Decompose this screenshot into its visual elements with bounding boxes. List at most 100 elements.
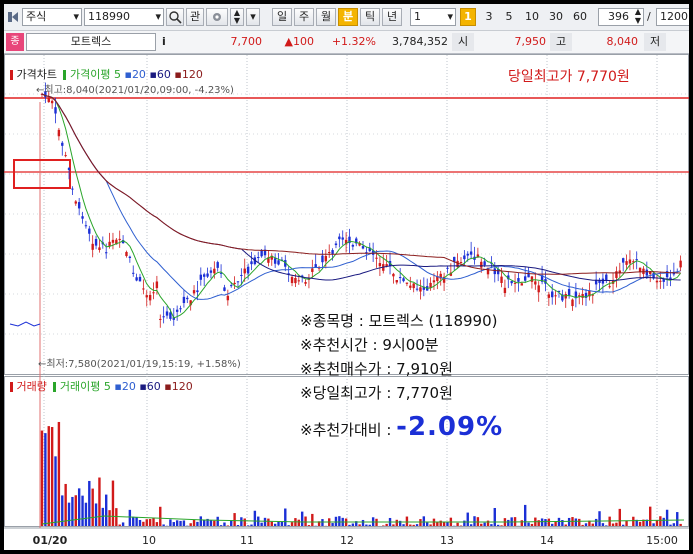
interval-5-button[interactable]: 5 xyxy=(502,8,516,26)
volume-bar xyxy=(290,522,294,526)
period-day-button[interactable]: 일 xyxy=(272,8,292,26)
stock-name: 모트렉스 xyxy=(26,33,156,51)
volume-bar xyxy=(493,507,496,526)
vma120-label: 120 xyxy=(171,380,193,393)
candle-body xyxy=(463,255,466,260)
candle-body xyxy=(621,258,625,263)
volume-bar xyxy=(334,516,338,526)
pin-icon[interactable] xyxy=(6,8,20,26)
volume-bar xyxy=(111,480,115,526)
count-spinner[interactable]: ▲ ▼ xyxy=(635,7,641,25)
volume-bar xyxy=(402,524,405,526)
candle-body xyxy=(199,274,203,280)
volume-bar xyxy=(44,433,47,526)
candle-body xyxy=(341,237,344,240)
candle-body xyxy=(537,285,540,293)
candle-body xyxy=(297,280,300,282)
candle-body xyxy=(145,295,148,298)
interval-value: 1 xyxy=(414,10,421,23)
volume-bar xyxy=(480,523,483,526)
volume-bar xyxy=(361,519,365,526)
low-label: 저 xyxy=(644,33,666,51)
volume-bar xyxy=(240,517,243,526)
candle-body xyxy=(105,252,108,254)
volume-bar xyxy=(672,523,676,526)
period-week-button[interactable]: 주 xyxy=(294,8,314,26)
total-count-input[interactable]: 1200 xyxy=(656,8,689,26)
candle-body xyxy=(108,241,111,246)
interval-30-button[interactable]: 30 xyxy=(546,8,566,26)
candle-body xyxy=(240,274,243,276)
period-minute-button[interactable]: 분 xyxy=(338,8,358,26)
candle-body xyxy=(581,294,584,298)
interval-3-button[interactable]: 3 xyxy=(482,8,496,26)
interval-10-button[interactable]: 10 xyxy=(522,8,542,26)
volume-bar xyxy=(574,518,578,526)
volume-bar xyxy=(162,524,165,526)
settings-button[interactable] xyxy=(206,8,228,26)
candle-body xyxy=(233,282,236,285)
market-type-select[interactable]: 주식 ▾ xyxy=(22,8,82,26)
volume-bar xyxy=(395,519,398,526)
search-button[interactable] xyxy=(166,8,184,26)
candle-body xyxy=(405,282,409,284)
volume-bar xyxy=(621,524,625,526)
volume-bar xyxy=(507,519,510,526)
volume-bar xyxy=(155,522,159,526)
candle-body xyxy=(412,283,415,289)
volume-bar xyxy=(88,480,91,526)
volume-bar xyxy=(581,524,584,526)
volume-bar xyxy=(382,525,385,526)
period-year-button[interactable]: 년 xyxy=(382,8,402,26)
candle-body xyxy=(415,288,419,290)
dropdown-button[interactable]: ▾ xyxy=(246,8,260,26)
chart-area[interactable]: 가격차트 가격이평 5 ▪20 ▪60 ▪120 ←최고:8,040(2021/… xyxy=(4,54,689,550)
candle-body xyxy=(419,287,422,292)
candle-body xyxy=(186,297,189,300)
updown-spinner[interactable]: ▲ ▼ xyxy=(230,8,244,26)
candle-body xyxy=(216,262,219,268)
volume-bar xyxy=(54,456,57,526)
interval-1-button[interactable]: 1 xyxy=(460,8,476,26)
candle-body xyxy=(294,277,297,284)
volume-bar xyxy=(304,516,307,526)
count-input[interactable]: 396 ▲ ▼ xyxy=(598,7,644,26)
candle-body xyxy=(635,259,638,261)
interval-60-button[interactable]: 60 xyxy=(570,8,590,26)
candle-body xyxy=(328,252,331,254)
candle-body xyxy=(202,274,206,277)
gwan-button[interactable]: 관 xyxy=(186,8,204,26)
volume-bar xyxy=(547,518,551,526)
price-ma-label: 가격이평 xyxy=(69,68,111,81)
volume-bar xyxy=(108,510,111,526)
candle-body xyxy=(351,244,355,247)
period-month-button[interactable]: 월 xyxy=(316,8,336,26)
candle-body xyxy=(513,282,517,284)
stock-code-input[interactable]: 118990 ▾ xyxy=(84,8,164,26)
volume-legend-main: 거래량 xyxy=(16,380,47,393)
volume-bar xyxy=(551,523,554,526)
info-icon[interactable]: i xyxy=(162,33,172,51)
volume-bar xyxy=(243,518,246,526)
volume-bar xyxy=(419,519,422,526)
period-tick-button[interactable]: 틱 xyxy=(360,8,380,26)
volume-bar xyxy=(662,517,665,526)
candle-body xyxy=(523,276,527,281)
overlay-vs-rec-value: -2.09% xyxy=(396,412,504,442)
volume-bar xyxy=(182,520,186,526)
interval-select[interactable]: 1 ▾ xyxy=(410,8,456,26)
high-price: 8,040 xyxy=(606,35,639,48)
open-label: 시 xyxy=(452,33,474,51)
candle-body xyxy=(192,290,196,294)
volume-bar xyxy=(105,494,108,526)
volume-bar xyxy=(412,524,415,526)
volume-bar xyxy=(669,524,672,526)
candle-body xyxy=(392,273,395,277)
candle-body xyxy=(321,255,324,263)
ma-line xyxy=(41,93,681,275)
candle-body xyxy=(165,311,169,316)
candle-body xyxy=(601,278,605,284)
candle-body xyxy=(213,268,216,274)
volume-bar xyxy=(365,524,368,526)
candle-body xyxy=(432,280,436,283)
